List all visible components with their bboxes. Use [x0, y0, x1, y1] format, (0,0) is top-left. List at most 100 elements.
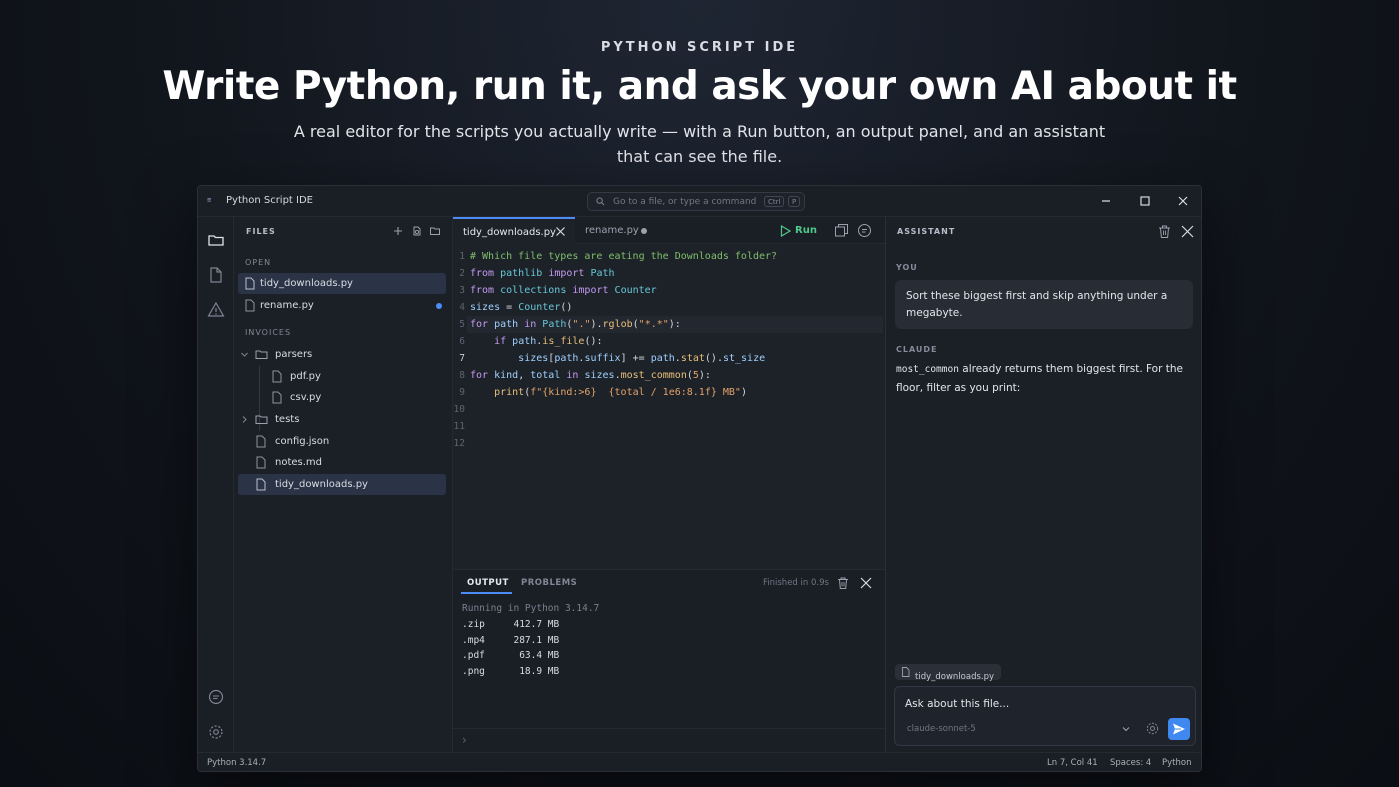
- close-assistant-icon[interactable]: [1180, 224, 1195, 239]
- line-number: 2: [459, 268, 465, 279]
- file-icon: [245, 277, 255, 290]
- active-tab-indicator: [461, 592, 512, 594]
- assistant-panel: ASSISTANT YOU Sort these biggest first a…: [885, 217, 1201, 752]
- code-line: from pathlib import Path: [470, 268, 615, 279]
- attached-file-chip[interactable]: tidy_downloads.py: [895, 664, 1002, 682]
- title-bar: ≡ Python Script IDE Go to a file, or typ…: [198, 186, 1201, 217]
- open-file-label: rename.py: [260, 300, 314, 311]
- command-palette-input[interactable]: Go to a file, or type a command Ctrl P: [587, 192, 805, 211]
- close-tab-icon[interactable]: [555, 226, 566, 237]
- clear-output-trash-icon[interactable]: [836, 576, 850, 590]
- language-mode[interactable]: Python: [1162, 758, 1191, 768]
- tree-file-csv[interactable]: csv.py: [238, 387, 446, 408]
- assistant-header: ASSISTANT: [897, 227, 956, 236]
- settings-gear-icon[interactable]: [1145, 721, 1160, 736]
- model-selector[interactable]: claude-sonnet-5: [907, 724, 976, 734]
- code-line: sizes = Counter(): [470, 302, 573, 313]
- reply-inline-code: most_common: [896, 364, 959, 375]
- code-line: sizes[path.suffix] += path.stat().st_siz…: [518, 353, 766, 364]
- line-number: 12: [453, 438, 465, 449]
- ide-window: ≡ Python Script IDE Go to a file, or typ…: [197, 185, 1202, 772]
- new-file-icon[interactable]: [392, 225, 404, 237]
- document-icon[interactable]: [207, 266, 225, 284]
- open-file-label: tidy_downloads.py: [260, 278, 353, 289]
- subhead: A real editor for the scripts you actual…: [293, 122, 1106, 166]
- tree-item-label: csv.py: [290, 392, 322, 403]
- tree-file-tidy-downloads[interactable]: tidy_downloads.py: [238, 474, 446, 495]
- send-icon: [1173, 723, 1185, 735]
- line-number: 7: [459, 353, 465, 364]
- tab-label: rename.py: [585, 225, 639, 236]
- chevron-right-icon: [242, 416, 247, 423]
- cursor-position[interactable]: Ln 7, Col 41: [1047, 758, 1098, 768]
- tab-tidy-downloads[interactable]: tidy_downloads.py: [453, 217, 575, 244]
- file-icon: [272, 391, 282, 404]
- file-icon: [256, 456, 266, 469]
- open-file-rename[interactable]: rename.py: [238, 295, 446, 316]
- tree-item-label: notes.md: [275, 457, 323, 468]
- tree-file-config[interactable]: config.json: [238, 431, 446, 452]
- send-button[interactable]: [1168, 718, 1190, 740]
- chat-input[interactable]: [905, 696, 1175, 712]
- modified-dot-icon: [436, 303, 442, 309]
- output-row: .mp4 287.1 MB: [462, 635, 560, 646]
- line-number: 3: [459, 285, 465, 296]
- tree-folder-parsers[interactable]: parsers: [238, 344, 446, 365]
- code-line: # Which file types are eating the Downlo…: [470, 251, 778, 262]
- tree-item-label: config.json: [275, 436, 330, 447]
- run-status: Finished in 0.9s: [763, 578, 829, 588]
- tree-file-pdf[interactable]: pdf.py: [238, 366, 446, 387]
- code-line: for kind, total in sizes.most_common(5):: [470, 370, 711, 381]
- line-number: 11: [453, 421, 465, 432]
- tree-folder-tests[interactable]: tests: [238, 409, 446, 430]
- code-area[interactable]: 1 2 3 4 5 6 7 8 9 10 11 12 # Which file …: [453, 248, 885, 458]
- editor-tabs: tidy_downloads.py rename.py Run: [453, 217, 885, 244]
- refresh-icon[interactable]: [411, 225, 423, 237]
- tree-item-label: pdf.py: [290, 371, 321, 382]
- problems-warning-icon[interactable]: [207, 301, 225, 319]
- split-editor-icon[interactable]: [834, 223, 849, 238]
- clear-chat-trash-icon[interactable]: [1157, 224, 1172, 239]
- files-folder-icon[interactable]: [207, 231, 225, 249]
- ask-assistant-icon[interactable]: [857, 223, 872, 238]
- line-number: 5: [459, 319, 465, 330]
- code-line: from collections import Counter: [470, 285, 657, 296]
- maximize-icon[interactable]: [1136, 192, 1154, 210]
- status-bar: Python 3.14.7 Ln 7, Col 41 Spaces: 4 Pyt…: [198, 752, 1201, 771]
- new-folder-icon[interactable]: [429, 225, 441, 237]
- indentation[interactable]: Spaces: 4: [1110, 758, 1151, 768]
- explorer-header: FILES: [246, 227, 276, 236]
- tree-item-label: tidy_downloads.py: [275, 479, 368, 490]
- output-row: .png 18.9 MB: [462, 666, 560, 677]
- folder-icon: [255, 415, 268, 424]
- modified-dot-icon: [641, 228, 647, 234]
- attached-file-name: tidy_downloads.py: [915, 672, 995, 682]
- file-icon: [256, 478, 266, 491]
- chevron-down-icon[interactable]: [1121, 724, 1131, 734]
- code-line: if path.is_file():: [494, 336, 603, 347]
- chat-icon[interactable]: [207, 688, 225, 706]
- shortcut-key-p: P: [788, 196, 801, 207]
- tab-problems[interactable]: PROBLEMS: [521, 578, 577, 588]
- run-button[interactable]: Run: [778, 223, 818, 239]
- output-panel: OUTPUT PROBLEMS Finished in 0.9s Running…: [453, 569, 885, 752]
- window-title: Python Script IDE: [226, 195, 313, 206]
- minimize-icon[interactable]: [1097, 192, 1115, 210]
- app-logo-icon: ≡: [207, 196, 212, 204]
- play-icon: [780, 225, 791, 237]
- python-version[interactable]: Python 3.14.7: [207, 758, 266, 768]
- close-window-icon[interactable]: [1174, 192, 1192, 210]
- code-line: for path in Path(".").rglob("*.*"):: [470, 319, 681, 330]
- tab-rename[interactable]: rename.py: [575, 217, 660, 244]
- tree-file-notes[interactable]: notes.md: [238, 452, 446, 473]
- line-number: 6: [459, 336, 465, 347]
- file-explorer: FILES OPEN tidy_downloads.py rename.py I…: [234, 217, 453, 752]
- line-number: 4: [459, 302, 465, 313]
- settings-gear-icon[interactable]: [207, 723, 225, 741]
- close-panel-icon[interactable]: [859, 576, 873, 590]
- search-icon: [596, 197, 605, 206]
- file-icon: [272, 370, 282, 383]
- open-file-tidy-downloads[interactable]: tidy_downloads.py: [238, 273, 446, 294]
- repl-input[interactable]: ›: [453, 728, 885, 753]
- tab-output[interactable]: OUTPUT: [467, 578, 509, 588]
